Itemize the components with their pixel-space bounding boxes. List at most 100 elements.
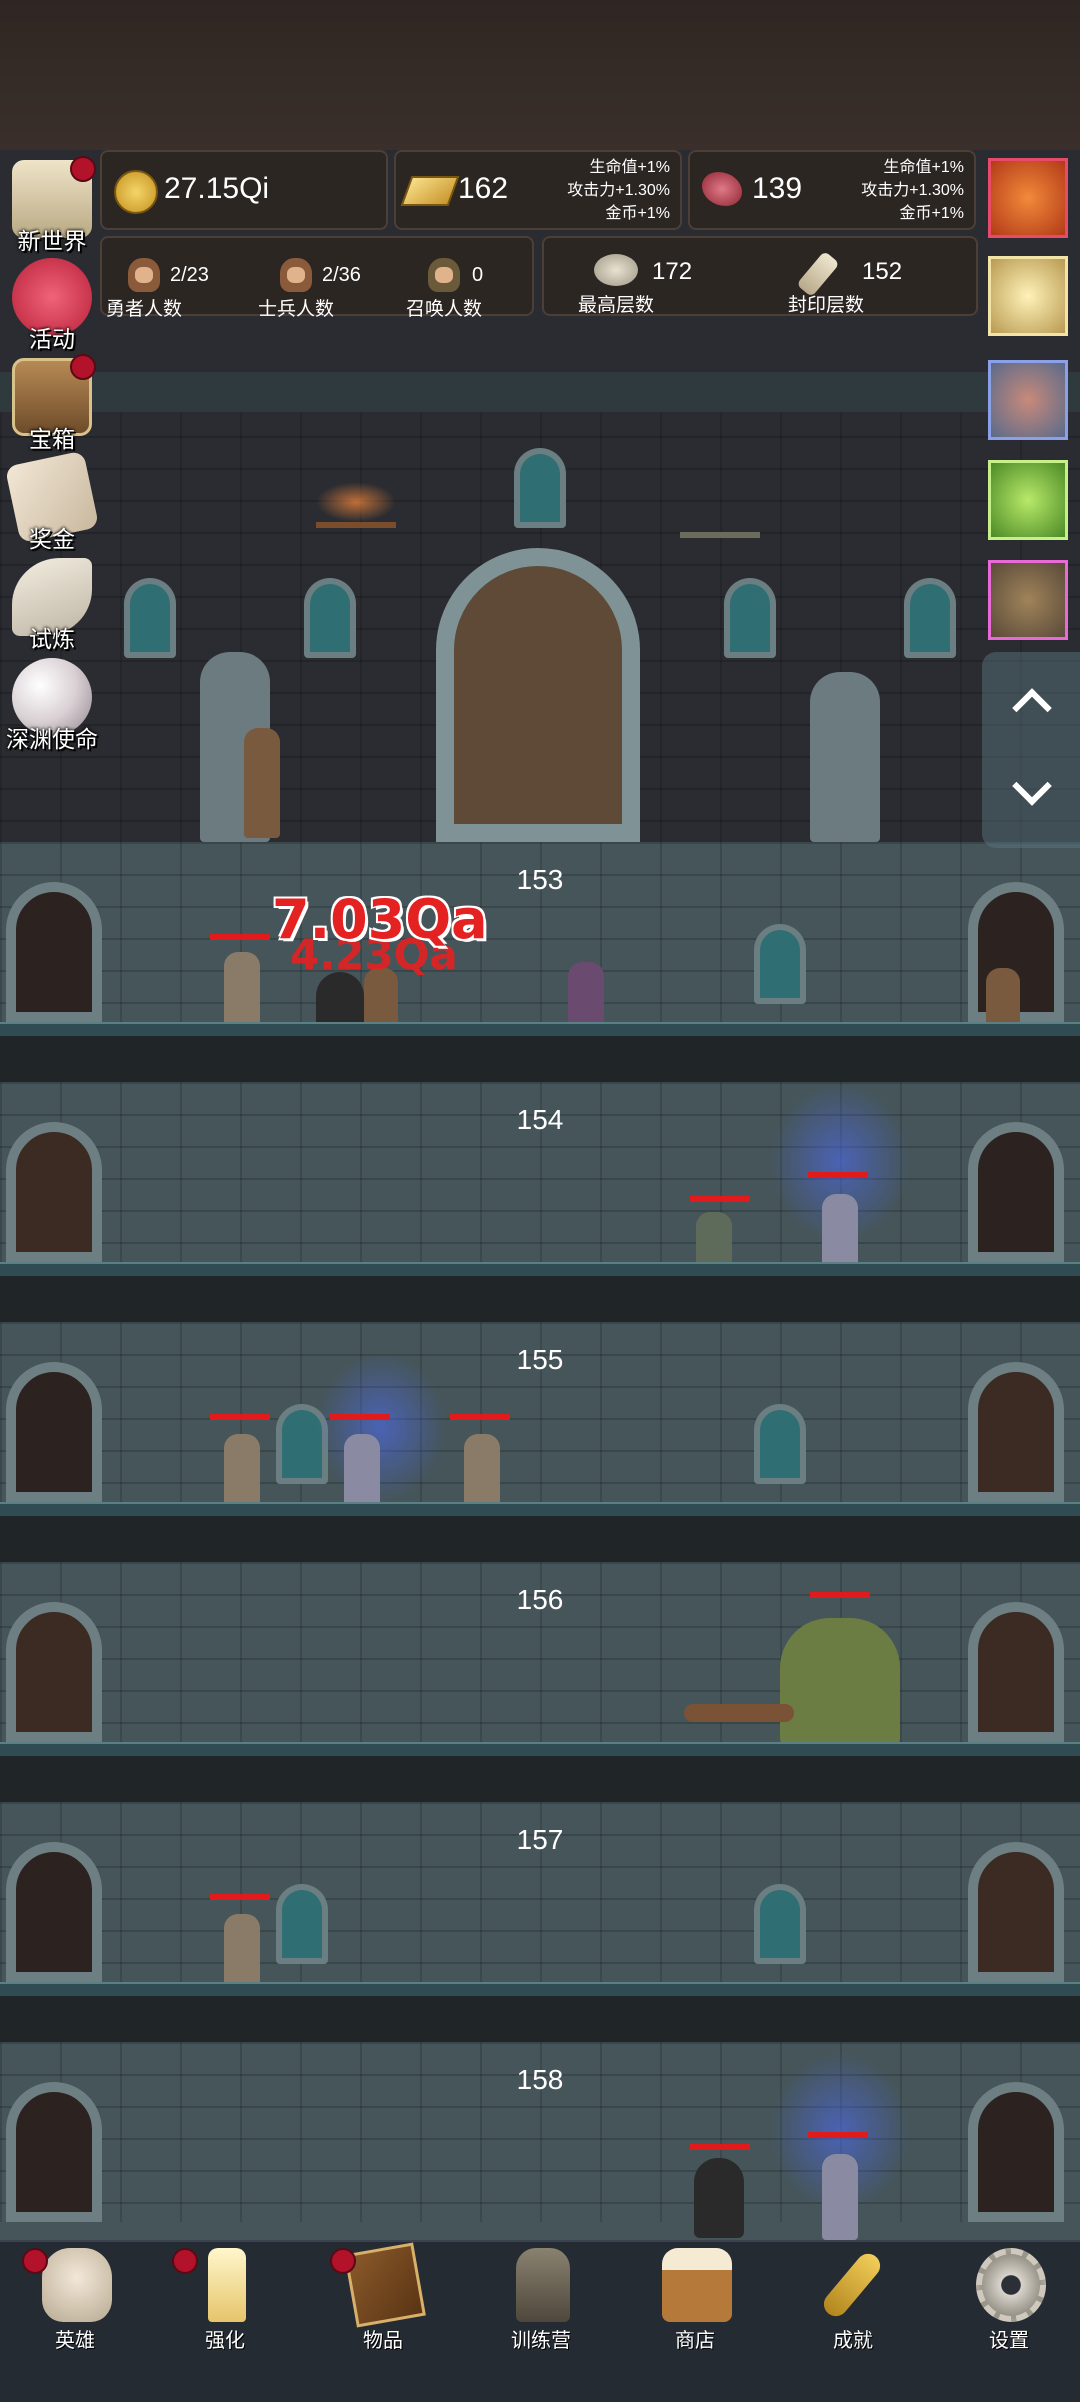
side-menu-event[interactable]: 活动	[4, 258, 98, 352]
chandelier-lit	[316, 482, 396, 528]
enemy-hp-bar	[808, 1172, 868, 1178]
bonus-attack: 攻击力+1.30%	[567, 182, 670, 199]
side-menu-label: 深渊使命	[6, 726, 98, 752]
nav-items[interactable]: 物品	[308, 2242, 458, 2352]
nav-label: 英雄	[55, 2330, 95, 2352]
reaper-enemy[interactable]	[694, 2158, 744, 2238]
gold-bar-panel[interactable]: 162 生命值+1% 攻击力+1.30% 金币+1%	[394, 150, 682, 230]
chandelier-unlit	[680, 502, 760, 538]
chevron-up-icon	[1012, 688, 1052, 728]
floor-door-right	[968, 2082, 1064, 2222]
floor-door-left	[6, 882, 102, 1022]
hero-count-label: 勇者人数	[106, 299, 183, 320]
side-menu-chest[interactable]: 宝箱	[4, 354, 98, 452]
sealed-floor-label: 封印层数	[788, 295, 865, 316]
boost-slime[interactable]	[988, 460, 1068, 540]
dungeon-floor: 157	[0, 1802, 1080, 2042]
nav-heroes[interactable]: 英雄	[0, 2242, 150, 2352]
enemy-hp-bar	[210, 934, 270, 940]
floor-underside	[0, 1516, 1080, 1562]
dungeon-floor: 153	[0, 842, 1080, 1082]
highest-floor: 172	[652, 258, 693, 285]
side-menu-new-world[interactable]: 新世界	[4, 156, 98, 254]
enemy-hp-bar	[690, 2144, 750, 2150]
side-menu-trial[interactable]: 试炼	[4, 558, 98, 652]
bonus-hp: 生命值+1%	[883, 159, 964, 176]
nav-label: 训练营	[511, 2330, 571, 2352]
highest-floor-label: 最高层数	[578, 295, 655, 316]
meat-panel[interactable]: 139 生命值+1% 攻击力+1.30% 金币+1%	[688, 150, 976, 230]
nav-label: 商店	[675, 2330, 715, 2352]
floor-door-right	[968, 1842, 1064, 1982]
floor-number: 153	[516, 864, 564, 895]
bonus-gold: 金币+1%	[899, 205, 964, 222]
notification-badge	[330, 2248, 356, 2274]
floor-number: 158	[516, 2064, 564, 2095]
hero-in-hall[interactable]	[244, 728, 280, 838]
gold-panel[interactable]: 27.15Qi	[100, 150, 388, 230]
enemy-hp-bar	[330, 1414, 390, 1420]
orc-club	[684, 1704, 794, 1722]
chevron-down-icon	[1012, 766, 1052, 806]
hall-window	[124, 578, 176, 658]
nav-shop[interactable]: 商店	[620, 2242, 770, 2352]
skeleton-enemy[interactable]	[224, 952, 260, 1032]
nav-training-camp[interactable]: 训练营	[466, 2242, 616, 2352]
floor-door-right	[968, 1602, 1064, 1742]
dungeon-floor: 155	[0, 1322, 1080, 1562]
hero-head-icon	[128, 258, 160, 292]
notification-badge	[70, 156, 96, 182]
floor-window	[754, 1404, 806, 1484]
hall-window	[904, 578, 956, 658]
nav-label: 物品	[363, 2330, 403, 2352]
floor-record-panel: 172 最高层数 152 封印层数	[542, 236, 978, 316]
nav-settings[interactable]: 设置	[934, 2242, 1080, 2352]
sealed-floor: 152	[862, 258, 903, 285]
notification-badge	[172, 2248, 198, 2274]
floor-window	[754, 1884, 806, 1964]
bonus-hp: 生命值+1%	[589, 159, 670, 176]
floor-door-left	[6, 1362, 102, 1502]
enemy-hp-bar	[210, 1894, 270, 1900]
summon-head-icon	[428, 258, 460, 292]
boost-goblin[interactable]	[988, 560, 1068, 640]
boost-candle[interactable]	[988, 256, 1068, 336]
nav-enhance[interactable]: 强化	[150, 2242, 300, 2352]
main-gate[interactable]	[436, 548, 640, 842]
notification-badge	[70, 354, 96, 380]
key-icon	[819, 2248, 885, 2322]
orc-enemy[interactable]	[780, 1618, 900, 1754]
hall-window	[304, 578, 356, 658]
nav-achievements[interactable]: 成就	[778, 2242, 928, 2352]
floor-number: 154	[516, 1104, 564, 1135]
hero-count: 2/23	[170, 264, 209, 286]
magic-glow	[316, 1352, 446, 1502]
beer-mug-icon	[662, 2248, 732, 2322]
enemy-hp-bar	[810, 1592, 870, 1598]
floor-door-left	[6, 2082, 102, 2222]
soldier-head-icon	[280, 258, 312, 292]
side-menu-label: 奖金	[29, 526, 75, 552]
enemy-hp-bar	[690, 1196, 750, 1202]
gold-bar-value: 162	[458, 172, 509, 205]
side-menu-label: 活动	[29, 326, 75, 352]
floor-underside	[0, 1276, 1080, 1322]
meat-value: 139	[752, 172, 803, 205]
boost-meat[interactable]	[988, 360, 1068, 440]
skeleton-mage-enemy[interactable]	[822, 2154, 858, 2240]
floor-door-left	[6, 1122, 102, 1262]
side-menu-abyss-mission[interactable]: 深渊使命	[4, 658, 98, 752]
enemy-hp-bar	[210, 1414, 270, 1420]
gold-bar-bonus: 生命值+1% 攻击力+1.30% 金币+1%	[546, 156, 670, 225]
side-menu-bonus[interactable]: 奖金	[4, 450, 100, 552]
candle-icon	[208, 2248, 246, 2322]
scroll-down-button[interactable]	[1006, 766, 1056, 812]
scroll-up-button[interactable]	[1006, 678, 1056, 728]
gold-coin-icon	[114, 170, 158, 214]
floor-door-right	[968, 1362, 1064, 1502]
floor-underside	[0, 1036, 1080, 1082]
boost-apple[interactable]	[988, 158, 1068, 238]
dungeon-floor: 154	[0, 1082, 1080, 1322]
meat-icon	[702, 172, 742, 206]
floor-number: 155	[516, 1344, 564, 1375]
